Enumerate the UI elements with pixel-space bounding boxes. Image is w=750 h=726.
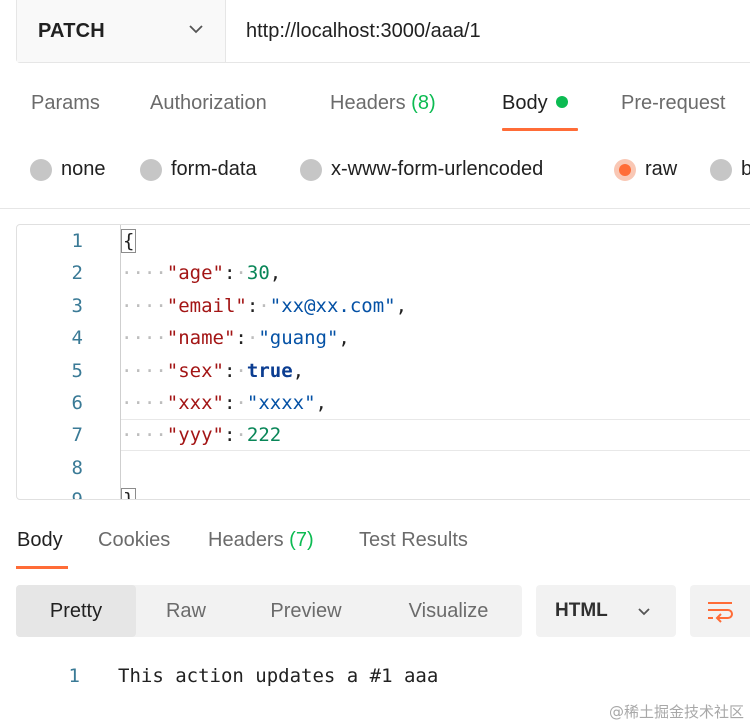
resp-tab-test-results[interactable]: Test Results — [359, 529, 468, 552]
line-number: 4 — [71, 327, 83, 349]
radio-label: b — [741, 158, 750, 180]
body-indicator-dot — [555, 96, 568, 108]
tab-prerequest[interactable]: Pre-request — [621, 92, 726, 115]
code-line: ····"name":·"guang", — [121, 327, 350, 349]
chevron-down-icon — [638, 608, 650, 616]
tab-headers[interactable]: Headers (8) — [330, 92, 436, 115]
radio-circle — [30, 158, 52, 181]
line-number: 6 — [71, 392, 83, 414]
radio-label: none — [61, 158, 106, 180]
line-number: 2 — [71, 262, 83, 284]
radio-urlencoded[interactable]: x-www-form-urlencoded — [300, 158, 543, 181]
method-label: PATCH — [38, 19, 105, 42]
resp-tab-body[interactable]: Body — [17, 529, 63, 552]
radio-circle — [300, 158, 322, 181]
line-number: 7 — [71, 424, 83, 446]
radio-label: raw — [645, 158, 678, 180]
code-line: ····"xxx":·"xxxx", — [121, 392, 327, 414]
line-number: 3 — [71, 295, 83, 317]
json-key: "sex" — [166, 360, 224, 382]
radio-raw[interactable]: raw — [614, 158, 677, 181]
resp-tab-headers-label: Headers — [208, 529, 284, 551]
json-value: 222 — [246, 424, 282, 446]
tab-headers-label: Headers — [330, 92, 406, 114]
format-label: HTML — [555, 600, 608, 621]
code-line: } — [121, 488, 137, 499]
json-key: "email" — [166, 295, 247, 317]
headers-count: (8) — [411, 92, 436, 114]
comma: , — [338, 327, 350, 349]
line-number: 9 — [71, 489, 83, 500]
resp-tab-headers[interactable]: Headers (7) — [208, 529, 314, 552]
view-pretty-button[interactable]: Pretty — [16, 585, 136, 637]
chevron-down-icon — [189, 25, 203, 34]
comma: , — [395, 295, 408, 317]
tab-body[interactable]: Body — [502, 92, 568, 115]
close-brace: } — [121, 488, 137, 499]
comma: , — [315, 392, 327, 414]
active-tab-underline — [502, 128, 578, 131]
request-tabs: Params Authorization Headers (8) Body Pr… — [0, 80, 750, 130]
tab-params[interactable]: Params — [31, 92, 100, 115]
radio-circle — [710, 158, 732, 181]
method-select[interactable]: PATCH — [17, 0, 226, 62]
code-line: ····"age":·30, — [121, 262, 282, 284]
radio-label: x-www-form-urlencoded — [331, 158, 544, 180]
radio-form-data[interactable]: form-data — [140, 158, 257, 181]
json-key: "age" — [166, 262, 224, 284]
radio-none[interactable]: none — [30, 158, 106, 181]
line-number: 5 — [71, 360, 83, 382]
json-value: "xx@xx.com" — [269, 295, 396, 317]
line-number-gutter: 1 2 3 4 5 6 7 8 9 — [17, 225, 121, 499]
body-type-options: none form-data x-www-form-urlencoded raw… — [0, 150, 750, 192]
radio-circle-selected — [614, 158, 636, 181]
watermark: @稀土掘金技术社区 — [608, 703, 744, 721]
format-select[interactable]: HTML — [536, 585, 676, 637]
line-number: 8 — [71, 457, 83, 479]
code-line: ····"email":·"xx@xx.com", — [121, 295, 408, 317]
json-key: "yyy" — [166, 424, 224, 446]
comma: , — [292, 360, 305, 382]
request-body-editor[interactable]: 1 2 3 4 5 6 7 8 9 { ····"age":·30, ····"… — [16, 224, 750, 500]
code-line: ····"sex":·true, — [121, 360, 305, 382]
wrap-lines-icon — [708, 602, 733, 623]
resp-tab-cookies[interactable]: Cookies — [98, 529, 170, 552]
radio-label: form-data — [171, 158, 257, 180]
wrap-lines-button[interactable] — [690, 585, 750, 637]
open-brace: { — [121, 229, 137, 253]
view-visualize-button[interactable]: Visualize — [386, 585, 511, 637]
radio-binary[interactable]: b — [710, 158, 750, 181]
tab-authorization[interactable]: Authorization — [150, 92, 267, 115]
line-number: 1 — [71, 230, 83, 252]
response-line-number: 1 — [68, 665, 80, 687]
resp-headers-count: (7) — [289, 529, 314, 551]
response-body-text: This action updates a #1 aaa — [118, 665, 439, 687]
code-line: { — [121, 229, 137, 253]
json-value: 30 — [246, 262, 270, 284]
view-preview-button[interactable]: Preview — [246, 585, 366, 637]
json-value: "guang" — [258, 327, 339, 349]
view-raw-button[interactable]: Raw — [136, 585, 236, 637]
radio-circle — [140, 158, 162, 181]
divider — [0, 208, 750, 209]
json-value: "xxxx" — [246, 392, 316, 414]
view-mode-toggle: Pretty Raw Preview Visualize — [16, 585, 522, 637]
code-line: ····"yyy":·222 — [121, 424, 282, 446]
resp-active-tab-underline — [16, 566, 68, 569]
comma: , — [269, 262, 282, 284]
request-url-bar: PATCH http://localhost:3000/aaa/1 — [16, 0, 750, 63]
url-input[interactable]: http://localhost:3000/aaa/1 — [226, 0, 750, 62]
tab-body-label: Body — [502, 92, 548, 114]
json-key: "xxx" — [166, 392, 224, 414]
json-value: true — [246, 360, 293, 382]
json-key: "name" — [166, 327, 236, 349]
